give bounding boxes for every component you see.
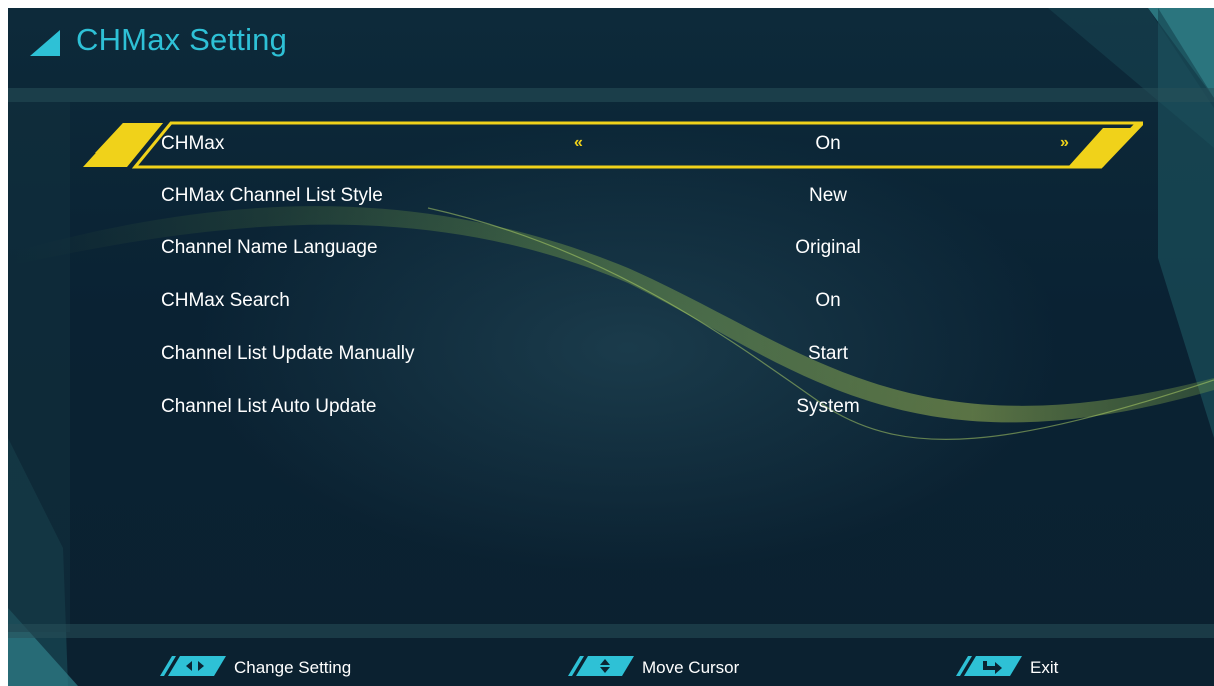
left-right-arrows-icon bbox=[160, 656, 226, 676]
menu-item-value[interactable]: On bbox=[728, 133, 928, 155]
header-divider bbox=[8, 88, 1214, 102]
menu-item-value[interactable]: Start bbox=[728, 343, 928, 365]
menu-item-value[interactable]: System bbox=[728, 396, 928, 418]
footer-divider bbox=[8, 624, 1214, 638]
hint-label: Exit bbox=[1030, 658, 1059, 677]
menu-item-auto-update[interactable]: Channel List Auto Update System bbox=[8, 383, 1214, 433]
left-arrow-icon[interactable]: « bbox=[574, 134, 583, 152]
hint-label: Change Setting bbox=[234, 658, 352, 677]
screen: CHMax Setting CHMax « On » CHMax Channel… bbox=[8, 8, 1214, 686]
menu-item-label: Channel List Update Manually bbox=[161, 343, 415, 364]
menu-item-update-manually[interactable]: Channel List Update Manually Start bbox=[8, 330, 1214, 380]
menu-item-label: CHMax Channel List Style bbox=[161, 185, 383, 206]
menu-item-label: Channel List Auto Update bbox=[161, 396, 377, 417]
menu-item-channel-name-language[interactable]: Channel Name Language Original bbox=[8, 224, 1214, 274]
return-arrow-icon bbox=[956, 656, 1022, 676]
menu-item-chmax[interactable]: CHMax « On » bbox=[8, 120, 1214, 170]
menu-item-value[interactable]: New bbox=[728, 185, 928, 207]
menu-item-value[interactable]: On bbox=[728, 290, 928, 312]
menu-item-channel-list-style[interactable]: CHMax Channel List Style New bbox=[8, 172, 1214, 222]
menu-item-label: CHMax Search bbox=[161, 290, 290, 311]
up-down-arrows-icon bbox=[568, 656, 634, 676]
page-title: CHMax Setting bbox=[76, 22, 288, 57]
menu-item-value[interactable]: Original bbox=[728, 237, 928, 259]
right-arrow-icon[interactable]: » bbox=[1060, 134, 1069, 152]
hint-label: Move Cursor bbox=[642, 658, 740, 677]
menu-item-chmax-search[interactable]: CHMax Search On bbox=[8, 277, 1214, 327]
title-triangle-icon bbox=[30, 30, 60, 56]
menu-item-label: CHMax bbox=[161, 133, 225, 154]
menu-item-label: Channel Name Language bbox=[161, 237, 378, 258]
header: CHMax Setting bbox=[8, 8, 1214, 86]
